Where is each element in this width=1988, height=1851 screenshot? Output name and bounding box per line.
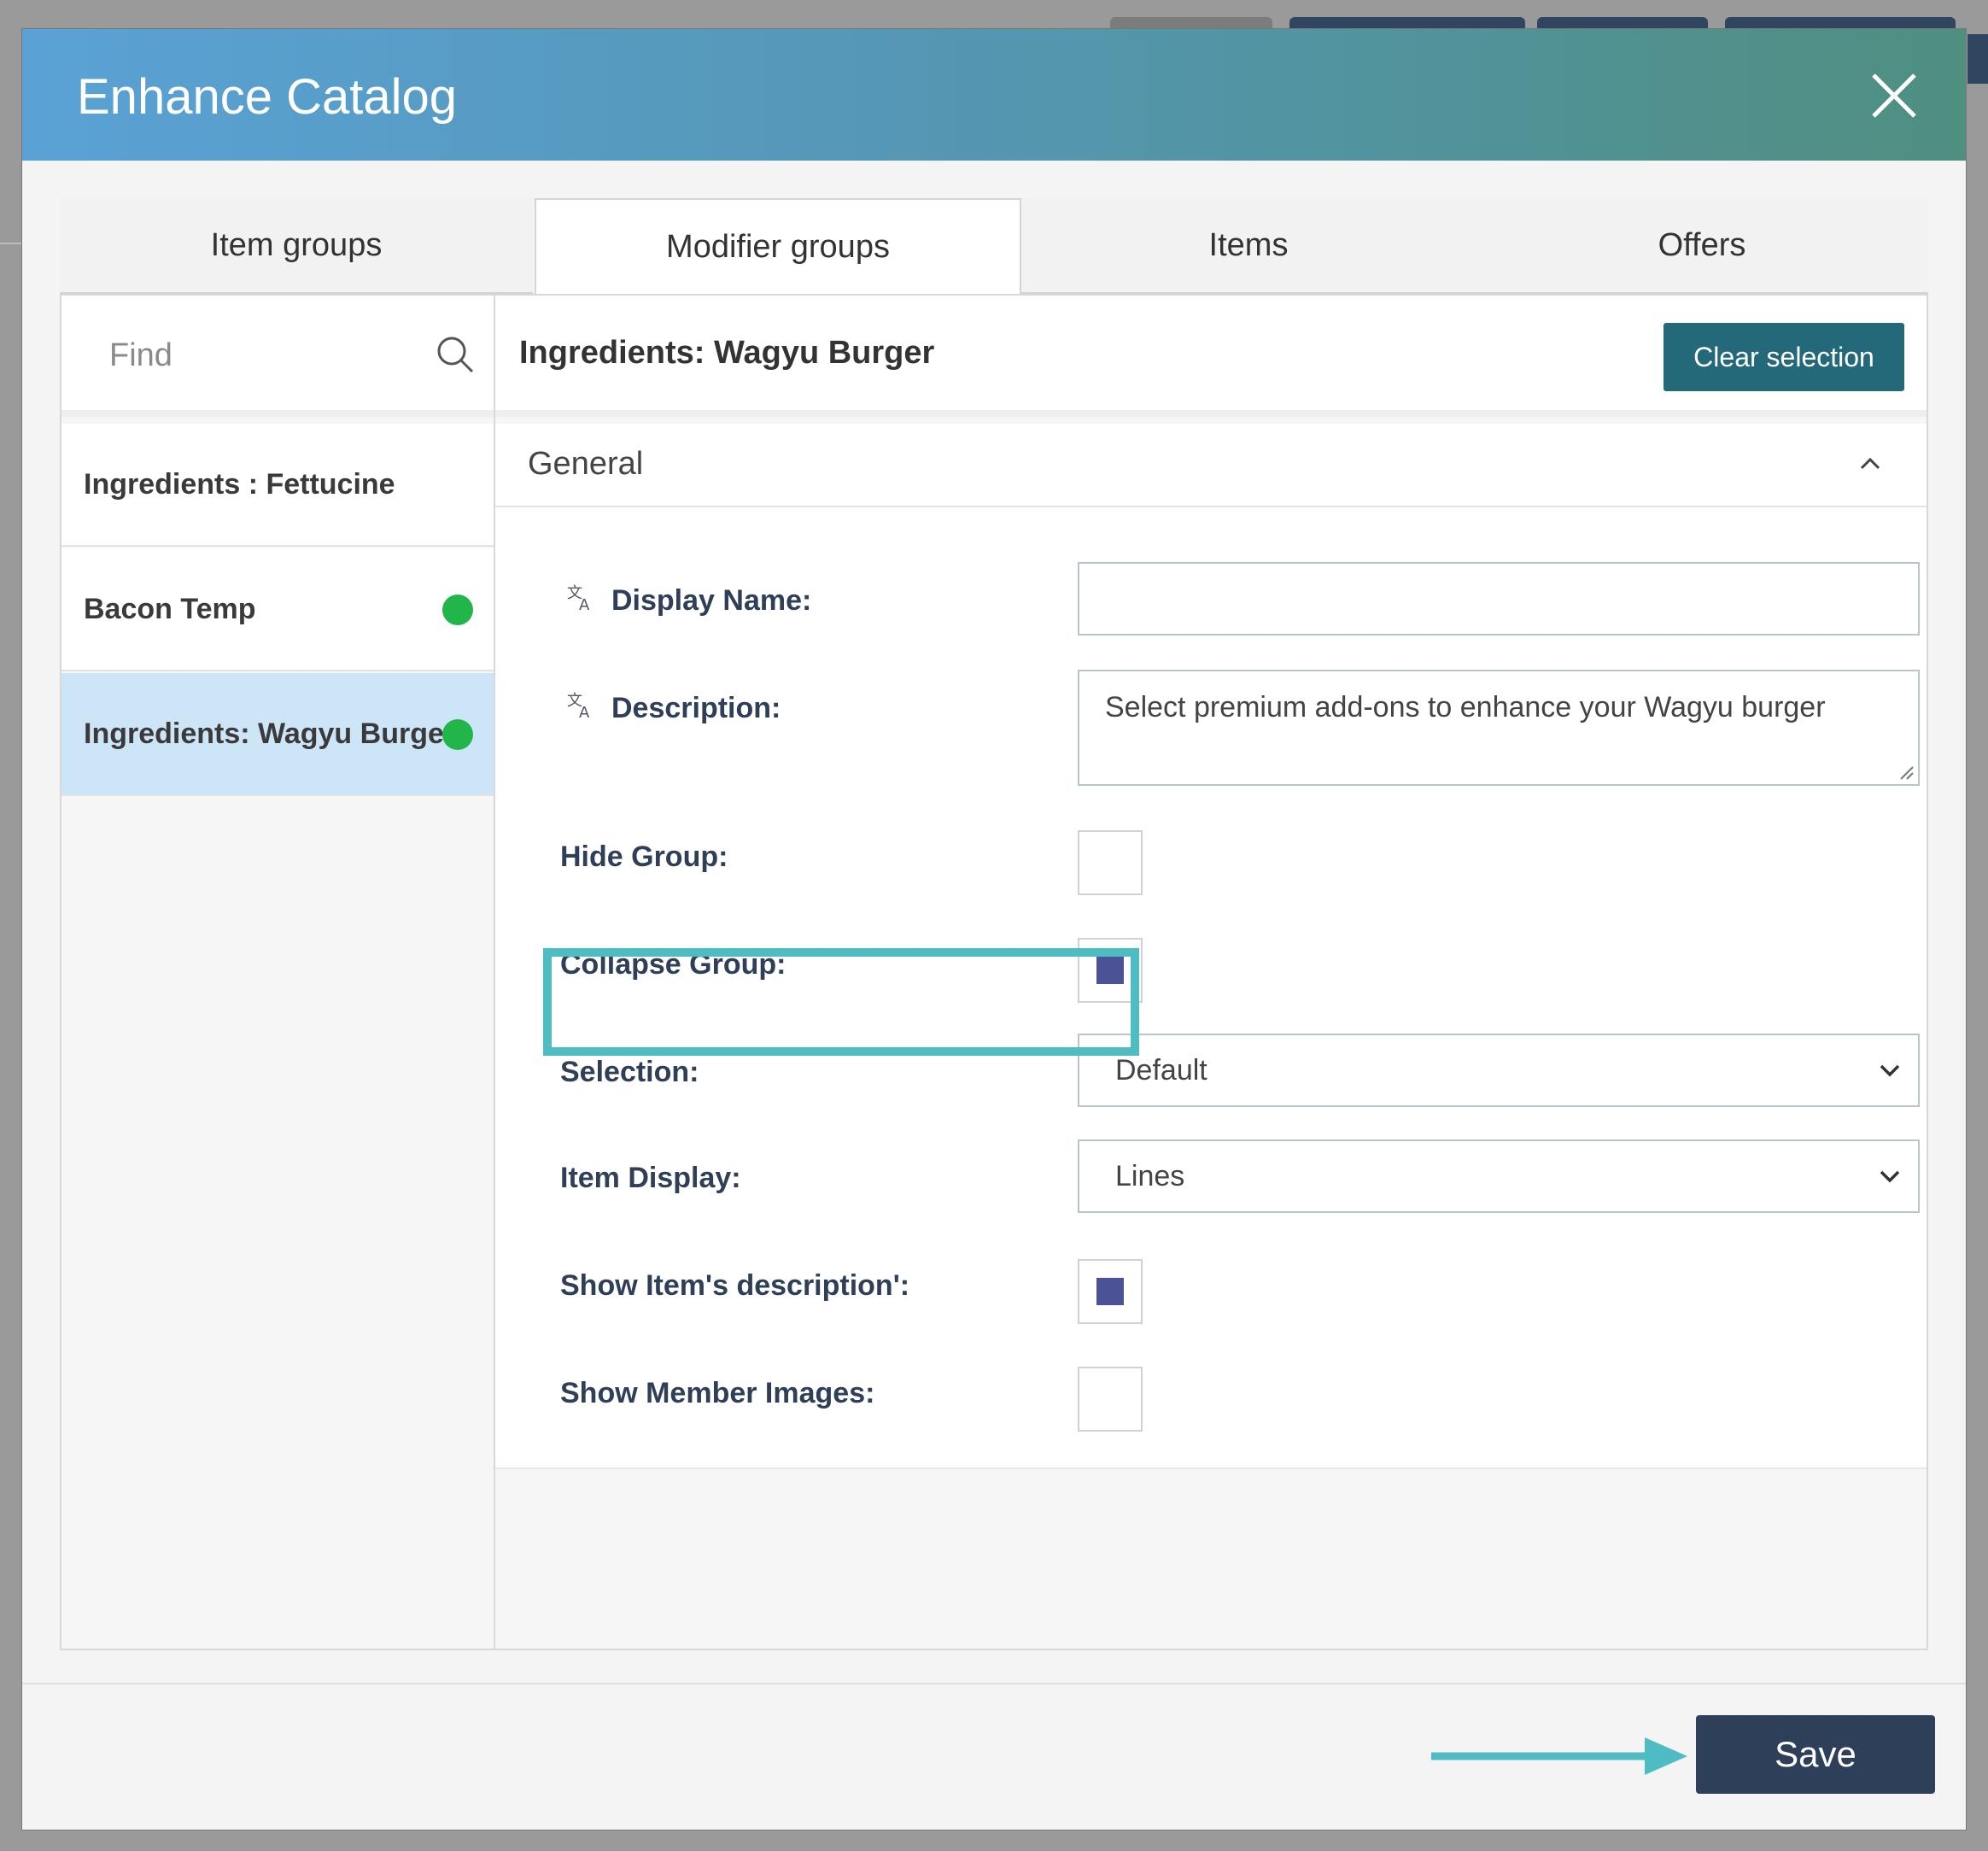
general-section: General 文 A Display Name: 文 A Descriptio…: [495, 424, 1927, 1469]
list-item[interactable]: Ingredients : Fettucine: [61, 424, 494, 547]
description-field[interactable]: Select premium add-ons to enhance your W…: [1078, 670, 1920, 786]
selection-dropdown[interactable]: Default: [1078, 1034, 1920, 1107]
chevron-down-icon: [1880, 1170, 1900, 1183]
list-item[interactable]: Bacon Temp: [61, 548, 494, 671]
tab-offers[interactable]: Offers: [1476, 198, 1928, 294]
clear-selection-button[interactable]: Clear selection: [1663, 323, 1904, 391]
tab-item-groups[interactable]: Item groups: [60, 198, 533, 294]
detail-title: Ingredients: Wagyu Burger: [519, 335, 935, 371]
section-title: General: [528, 446, 644, 482]
show-images-label: Show Member Images:: [560, 1377, 875, 1409]
search-input[interactable]: [109, 333, 417, 378]
show-description-checkbox[interactable]: [1078, 1259, 1143, 1324]
tab-modifier-groups[interactable]: Modifier groups: [535, 198, 1021, 294]
dialog-title: Enhance Catalog: [77, 69, 457, 125]
enhance-catalog-dialog: Enhance Catalog Item groups Modifier gro…: [22, 29, 1966, 1830]
background-edge: [1968, 34, 1988, 84]
dialog-header: Enhance Catalog: [22, 29, 1966, 161]
selection-value: Default: [1115, 1053, 1207, 1087]
description-label: Description:: [611, 692, 781, 724]
tab-bar: Item groups Modifier groups Items Offers: [60, 198, 1928, 294]
item-display-label: Item Display:: [560, 1162, 741, 1194]
show-images-checkbox[interactable]: [1078, 1367, 1143, 1432]
tab-items[interactable]: Items: [1021, 198, 1476, 294]
translate-icon: 文 A: [567, 584, 590, 613]
search-icon[interactable]: [436, 335, 475, 374]
item-display-value: Lines: [1115, 1159, 1185, 1192]
translate-icon: 文 A: [567, 692, 590, 721]
close-icon: [1872, 73, 1916, 118]
display-name-label: Display Name:: [611, 584, 812, 617]
arrow-right-icon: [1431, 1737, 1687, 1775]
group-list-panel: Ingredients : Fettucine Bacon Temp Ingre…: [61, 296, 495, 1649]
list-item-label: Ingredients : Fettucine: [84, 467, 395, 501]
status-dot-icon: [442, 595, 473, 625]
collapse-group-highlight: [543, 948, 1139, 1056]
list-item-selected[interactable]: Ingredients: Wagyu Burger: [61, 673, 494, 796]
detail-header: Ingredients: Wagyu Burger Clear selectio…: [495, 296, 1927, 417]
list-item-label: Bacon Temp: [84, 592, 256, 625]
save-button[interactable]: Save: [1696, 1715, 1935, 1794]
display-name-field[interactable]: [1078, 562, 1920, 636]
show-description-label: Show Item's description':: [560, 1269, 910, 1302]
search-box: [61, 296, 494, 417]
svg-text:A: A: [579, 596, 590, 613]
close-button[interactable]: [1868, 70, 1920, 121]
description-value: Select premium add-ons to enhance your W…: [1105, 691, 1826, 723]
footer-divider: [22, 1683, 1966, 1684]
general-section-header[interactable]: General: [495, 424, 1927, 507]
svg-text:A: A: [579, 704, 590, 721]
item-display-dropdown[interactable]: Lines: [1078, 1139, 1920, 1213]
selection-label: Selection:: [560, 1056, 699, 1088]
chevron-down-icon: [1880, 1064, 1900, 1077]
chevron-up-icon[interactable]: [1858, 454, 1882, 472]
list-item-label: Ingredients: Wagyu Burger: [84, 717, 456, 750]
hide-group-checkbox[interactable]: [1078, 830, 1143, 895]
hide-group-label: Hide Group:: [560, 841, 728, 873]
resize-grip-icon[interactable]: [1899, 765, 1915, 781]
status-dot-icon: [442, 719, 473, 750]
